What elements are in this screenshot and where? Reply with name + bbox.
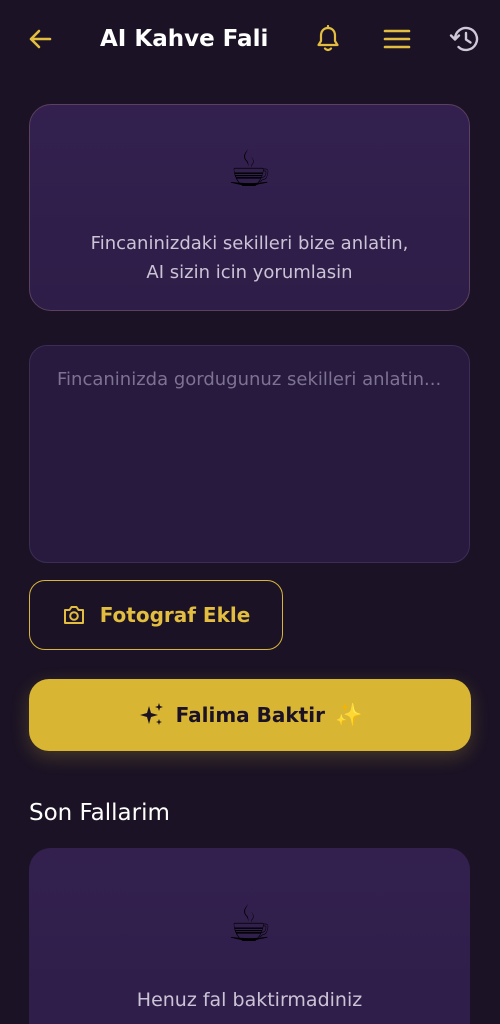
history-empty-card: ☕ Henuz fal baktirmadiniz bbox=[29, 848, 470, 1024]
get-reading-label: Falima Baktir bbox=[175, 703, 325, 727]
history-button[interactable] bbox=[448, 22, 482, 56]
coffee-cup-icon: ☕ bbox=[227, 140, 272, 198]
menu-icon bbox=[383, 29, 411, 49]
history-icon bbox=[449, 26, 479, 52]
description-field[interactable] bbox=[57, 364, 442, 544]
instruction-card: ☕ Fincaninizdaki sekilleri bize anlatin,… bbox=[29, 104, 470, 311]
bell-icon bbox=[317, 25, 339, 52]
menu-button[interactable] bbox=[380, 22, 414, 56]
empty-history-text: Henuz fal baktirmadiniz bbox=[136, 989, 363, 1011]
description-field-container bbox=[29, 345, 470, 563]
instruction-line-2: AI sizin icin yorumlasin bbox=[146, 262, 353, 283]
get-reading-button[interactable]: Falima Baktir ✨ bbox=[29, 679, 471, 751]
top-app-bar: AI Kahve Fali bbox=[0, 0, 500, 80]
notifications-button[interactable] bbox=[311, 22, 345, 56]
coffee-cup-icon: ☕ bbox=[227, 895, 272, 953]
arrow-left-icon bbox=[29, 29, 52, 49]
app-screen: AI Kahve Fali ☕ Fincaninizdaki sekilleri… bbox=[0, 0, 500, 1024]
add-photo-button[interactable]: Fotograf Ekle bbox=[29, 580, 283, 650]
instruction-line-1: Fincaninizdaki sekilleri bize anlatin, bbox=[90, 233, 409, 254]
instruction-text: Fincaninizdaki sekilleri bize anlatin, A… bbox=[30, 229, 469, 287]
sparkles-icon bbox=[139, 703, 163, 725]
page-title: AI Kahve Fali bbox=[100, 26, 269, 52]
history-section-title: Son Fallarim bbox=[29, 800, 170, 826]
add-photo-label: Fotograf Ekle bbox=[99, 603, 251, 627]
back-button[interactable] bbox=[23, 22, 57, 56]
sparkles-emoji: ✨ bbox=[334, 702, 363, 728]
camera-icon bbox=[63, 606, 84, 624]
